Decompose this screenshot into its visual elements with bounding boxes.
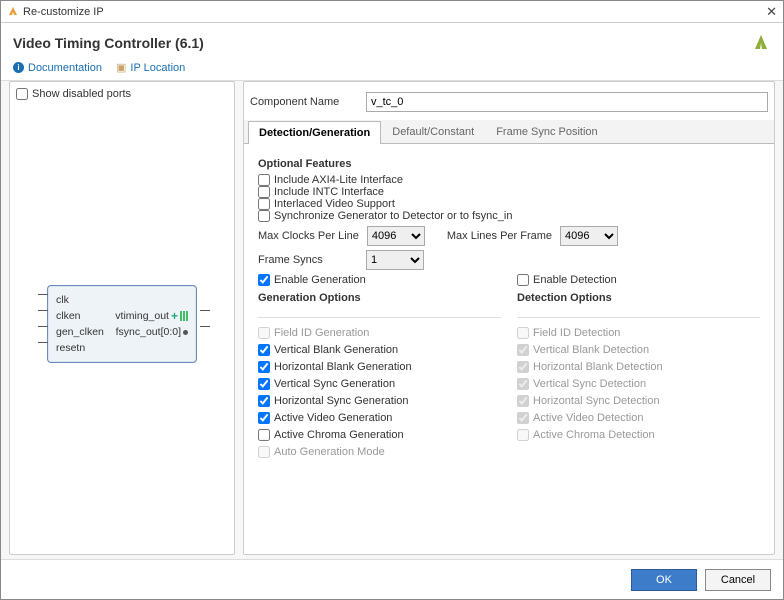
gen-opt[interactable]: Vertical Sync Generation <box>258 378 501 390</box>
cancel-button[interactable]: Cancel <box>705 569 771 591</box>
tabstrip: Detection/Generation Default/Constant Fr… <box>244 120 774 144</box>
enable-generation-checkbox[interactable]: Enable Generation <box>258 274 501 286</box>
ok-button[interactable]: OK <box>631 569 697 591</box>
det-opt: Field ID Detection <box>517 327 760 339</box>
tab-frame-sync-position[interactable]: Frame Sync Position <box>485 120 608 143</box>
ip-location-link[interactable]: ▣IP Location <box>116 61 185 74</box>
frame-syncs-label: Frame Syncs <box>258 254 358 266</box>
opt-axi4lite[interactable]: Include AXI4-Lite Interface <box>258 174 760 186</box>
generation-options: Generation Options Field ID Generation V… <box>258 286 501 458</box>
opt-sync-gen[interactable]: Synchronize Generator to Detector or to … <box>258 210 760 222</box>
max-clocks-select[interactable]: 4096 <box>367 226 425 246</box>
button-row: OK Cancel <box>1 559 783 599</box>
block-diagram: clk clken vtiming_out+ gen_clken fsync_o… <box>16 100 228 548</box>
linkbar: iDocumentation ▣IP Location <box>1 57 783 80</box>
enable-detection-checkbox[interactable]: Enable Detection <box>517 274 760 286</box>
info-icon: i <box>13 62 24 73</box>
tab-detection-generation[interactable]: Detection/Generation <box>248 121 381 144</box>
plus-icon: + <box>171 309 178 323</box>
ports-panel: Show disabled ports clk clken vtiming_ou… <box>9 81 235 555</box>
vendor-logo-icon <box>751 33 771 53</box>
content: Show disabled ports clk clken vtiming_ou… <box>1 80 783 559</box>
folder-icon: ▣ <box>116 61 126 74</box>
det-opt: Active Chroma Detection <box>517 429 760 441</box>
bus-icon <box>180 311 188 321</box>
detection-options: Detection Options Field ID Detection Ver… <box>517 286 760 458</box>
documentation-link[interactable]: iDocumentation <box>13 62 102 74</box>
det-opt: Horizontal Blank Detection <box>517 361 760 373</box>
gen-opt[interactable]: Horizontal Blank Generation <box>258 361 501 373</box>
component-name-input[interactable] <box>366 92 768 112</box>
det-opt: Active Video Detection <box>517 412 760 424</box>
det-opt: Vertical Blank Detection <box>517 344 760 356</box>
window-title: Re-customize IP <box>23 6 766 18</box>
gen-opt[interactable]: Vertical Blank Generation <box>258 344 501 356</box>
gen-opt[interactable]: Active Chroma Generation <box>258 429 501 441</box>
titlebar: Re-customize IP ✕ <box>1 1 783 23</box>
dot-icon <box>183 330 188 335</box>
show-disabled-ports-checkbox[interactable]: Show disabled ports <box>16 88 228 100</box>
opt-intc[interactable]: Include INTC Interface <box>258 186 760 198</box>
frame-syncs-select[interactable]: 1 <box>366 250 424 270</box>
tab-default-constant[interactable]: Default/Constant <box>381 120 485 143</box>
det-opt: Horizontal Sync Detection <box>517 395 760 407</box>
config-panel: Component Name Detection/Generation Defa… <box>243 81 775 555</box>
gen-opt[interactable]: Active Video Generation <box>258 412 501 424</box>
gen-opt[interactable]: Horizontal Sync Generation <box>258 395 501 407</box>
close-icon[interactable]: ✕ <box>766 4 777 20</box>
max-lines-label: Max Lines Per Frame <box>447 230 552 242</box>
max-lines-select[interactable]: 4096 <box>560 226 618 246</box>
optional-features-title: Optional Features <box>258 158 760 170</box>
header: Video Timing Controller (6.1) <box>1 23 783 57</box>
opt-interlaced[interactable]: Interlaced Video Support <box>258 198 760 210</box>
component-name-label: Component Name <box>250 96 360 108</box>
page-title: Video Timing Controller (6.1) <box>13 35 751 51</box>
ip-block: clk clken vtiming_out+ gen_clken fsync_o… <box>47 285 197 363</box>
window: Re-customize IP ✕ Video Timing Controlle… <box>0 0 784 600</box>
gen-opt: Field ID Generation <box>258 327 501 339</box>
det-opt: Vertical Sync Detection <box>517 378 760 390</box>
gen-opt: Auto Generation Mode <box>258 446 501 458</box>
max-clocks-label: Max Clocks Per Line <box>258 230 359 242</box>
app-icon <box>7 6 19 18</box>
